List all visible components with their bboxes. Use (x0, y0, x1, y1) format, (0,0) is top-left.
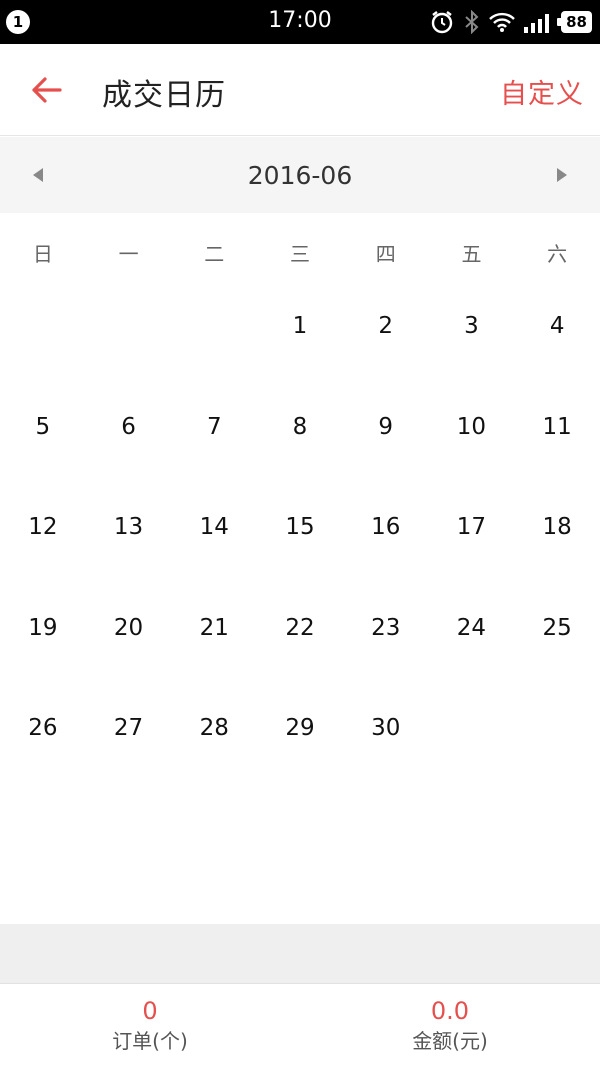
weekday-label: 日 (32, 242, 53, 266)
orders-label: 订单(个) (112, 1029, 188, 1053)
divider-area (0, 924, 600, 983)
day-cell[interactable]: 8 (257, 377, 343, 478)
summary-footer: 0 订单(个) 0.0 金额(元) (0, 983, 600, 1067)
status-icons: 88 (429, 8, 592, 36)
day-cell[interactable]: 19 (0, 578, 86, 679)
bluetooth-icon (463, 10, 481, 34)
day-cell[interactable]: 3 (429, 276, 515, 377)
day-cell[interactable]: 29 (257, 678, 343, 779)
day-cell[interactable]: 4 (514, 276, 600, 377)
day-cell[interactable]: 27 (86, 678, 172, 779)
page-title: 成交日历 (102, 78, 226, 113)
day-cell[interactable]: 28 (171, 678, 257, 779)
signal-icon (523, 11, 553, 33)
day-cell[interactable]: 7 (171, 377, 257, 478)
day-cell[interactable]: 6 (86, 377, 172, 478)
status-bar: 1 17:00 88 (0, 0, 600, 44)
back-button[interactable] (22, 68, 70, 112)
day-cell[interactable]: 25 (514, 578, 600, 679)
day-cell[interactable]: 22 (257, 578, 343, 679)
weekday-label: 四 (375, 242, 396, 266)
weekday-label: 五 (461, 242, 482, 266)
custom-button[interactable]: 自定义 (500, 72, 584, 111)
weekday-label: 三 (290, 242, 311, 266)
calendar-grid: 1 2 3 4 5 6 7 8 9 10 11 12 13 14 15 16 17 18 19 20 21 22 23 24 2… (0, 276, 600, 779)
day-cell[interactable]: 16 (343, 477, 429, 578)
day-cell[interactable]: 11 (514, 377, 600, 478)
amount-label: 金额(元) (412, 1029, 488, 1053)
month-navigator: 2016-06 (0, 137, 600, 213)
empty-day-cell (429, 678, 515, 779)
day-cell[interactable]: 17 (429, 477, 515, 578)
back-arrow-icon (32, 77, 62, 103)
day-cell[interactable]: 1 (257, 276, 343, 377)
next-month-button[interactable] (546, 161, 578, 189)
amount-value: 0.0 (430, 997, 470, 1025)
day-cell[interactable]: 10 (429, 377, 515, 478)
day-cell[interactable]: 23 (343, 578, 429, 679)
triangle-right-icon (557, 168, 567, 182)
title-bar: 成交日历 自定义 (0, 44, 600, 136)
day-cell[interactable]: 5 (0, 377, 86, 478)
day-cell[interactable]: 2 (343, 276, 429, 377)
empty-day-cell (171, 276, 257, 377)
day-cell[interactable]: 20 (86, 578, 172, 679)
day-cell[interactable]: 21 (171, 578, 257, 679)
weekday-label: 二 (204, 242, 225, 266)
month-label: 2016-06 (247, 161, 353, 190)
orders-value: 0 (142, 997, 158, 1025)
weekday-header: 日 一 二 三 四 五 六 (0, 232, 600, 276)
day-cell[interactable]: 9 (343, 377, 429, 478)
day-cell[interactable]: 18 (514, 477, 600, 578)
orders-stat: 0 订单(个) (0, 984, 300, 1067)
day-cell[interactable]: 26 (0, 678, 86, 779)
amount-stat: 0.0 金额(元) (300, 984, 600, 1067)
day-cell[interactable]: 15 (257, 477, 343, 578)
battery-indicator: 88 (557, 11, 592, 33)
weekday-label: 六 (547, 242, 568, 266)
day-cell[interactable]: 24 (429, 578, 515, 679)
empty-day-cell (86, 276, 172, 377)
alarm-icon (429, 9, 455, 35)
empty-day-cell (0, 276, 86, 377)
weekday-label: 一 (118, 242, 139, 266)
wifi-icon (489, 11, 515, 33)
day-cell[interactable]: 13 (86, 477, 172, 578)
day-cell[interactable]: 12 (0, 477, 86, 578)
day-cell[interactable]: 30 (343, 678, 429, 779)
empty-day-cell (514, 678, 600, 779)
day-cell[interactable]: 14 (171, 477, 257, 578)
